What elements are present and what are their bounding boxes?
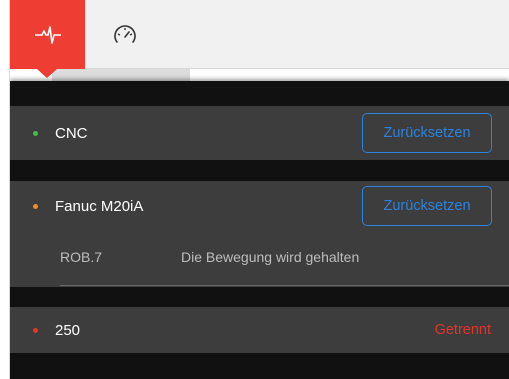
status-dot bbox=[33, 203, 38, 209]
tab-dashboard[interactable] bbox=[90, 0, 160, 69]
device-row-250: 250 Getrennt bbox=[10, 307, 509, 353]
active-tab-indicator bbox=[37, 69, 57, 78]
device-name: Fanuc M20iA bbox=[55, 197, 144, 215]
window-edge bbox=[0, 0, 10, 379]
gauge-icon bbox=[112, 24, 138, 46]
tab-monitor[interactable] bbox=[10, 0, 85, 69]
error-message: Die Bewegung wird gehalten bbox=[181, 249, 360, 265]
device-name: CNC bbox=[55, 124, 88, 142]
connection-status: Getrennt bbox=[434, 322, 491, 338]
device-row-cnc: CNC Zurücksetzen bbox=[10, 106, 509, 160]
background-strip bbox=[52, 69, 190, 81]
reset-button[interactable]: Zurücksetzen bbox=[362, 186, 492, 226]
device-detail-fanuc: ROB.7 Die Bewegung wird gehalten bbox=[10, 231, 509, 287]
error-code: ROB.7 bbox=[60, 249, 103, 265]
top-toolbar bbox=[0, 0, 509, 69]
divider bbox=[60, 285, 509, 286]
pulse-icon bbox=[34, 25, 62, 45]
reset-button[interactable]: Zurücksetzen bbox=[362, 113, 492, 153]
status-dot bbox=[33, 130, 38, 136]
status-dot bbox=[33, 327, 38, 333]
device-row-fanuc: Fanuc M20iA Zurücksetzen bbox=[10, 181, 509, 231]
device-name: 250 bbox=[55, 321, 81, 339]
